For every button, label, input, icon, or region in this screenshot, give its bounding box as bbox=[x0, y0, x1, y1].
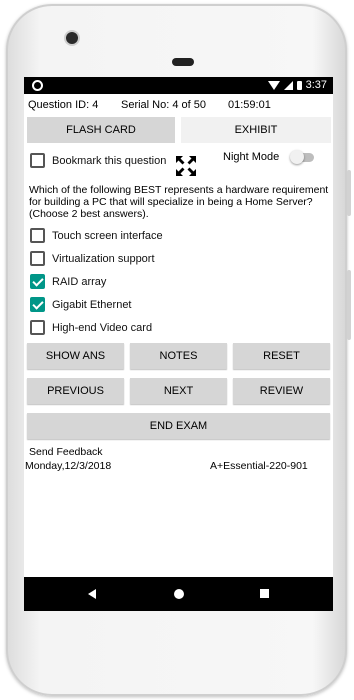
reset-button[interactable]: RESET bbox=[233, 343, 330, 369]
next-button[interactable]: NEXT bbox=[130, 378, 227, 404]
status-bar: 3:37 bbox=[24, 77, 333, 94]
signal-icon bbox=[283, 80, 293, 90]
send-feedback-link[interactable]: Send Feedback bbox=[29, 446, 103, 458]
navigation-bar bbox=[24, 577, 333, 611]
option-3-label: RAID array bbox=[52, 275, 107, 288]
tab-flash-card[interactable]: FLASH CARD bbox=[27, 117, 175, 143]
exam-code: A+Essential-220-901 bbox=[210, 460, 308, 472]
power-button bbox=[347, 170, 351, 216]
option-4-checkbox[interactable] bbox=[30, 297, 45, 312]
review-button[interactable]: REVIEW bbox=[233, 378, 330, 404]
option-5-checkbox[interactable] bbox=[30, 320, 45, 335]
end-exam-button[interactable]: END EXAM bbox=[27, 413, 330, 439]
status-time: 3:37 bbox=[305, 79, 327, 91]
earpiece-speaker bbox=[172, 58, 194, 66]
option-1[interactable]: Touch screen interface bbox=[30, 228, 163, 243]
tab-exhibit[interactable]: EXHIBIT bbox=[181, 117, 331, 143]
option-5-label: High-end Video card bbox=[52, 321, 153, 334]
show-answer-button[interactable]: SHOW ANS bbox=[27, 343, 124, 369]
serial-number: Serial No: 4 of 50 bbox=[121, 99, 206, 111]
question-text: Which of the following BEST represents a… bbox=[29, 184, 329, 220]
battery-icon bbox=[296, 80, 302, 90]
question-id: Question ID: 4 bbox=[28, 99, 99, 111]
recent-apps-icon[interactable] bbox=[260, 589, 269, 598]
exam-timer: 01:59:01 bbox=[228, 99, 271, 111]
front-camera bbox=[66, 32, 78, 44]
current-date: Monday,12/3/2018 bbox=[25, 460, 112, 472]
option-2[interactable]: Virtualization support bbox=[30, 251, 155, 266]
option-4[interactable]: Gigabit Ethernet bbox=[30, 297, 132, 312]
bookmark-label: Bookmark this question bbox=[52, 154, 167, 167]
night-mode-label: Night Mode bbox=[223, 151, 280, 163]
option-5[interactable]: High-end Video card bbox=[30, 320, 152, 335]
status-icons: 3:37 bbox=[267, 79, 327, 91]
notification-icon bbox=[32, 80, 43, 91]
home-icon[interactable] bbox=[174, 589, 184, 599]
option-4-label: Gigabit Ethernet bbox=[52, 298, 132, 311]
option-1-checkbox[interactable] bbox=[30, 228, 45, 243]
notes-button[interactable]: NOTES bbox=[130, 343, 227, 369]
bookmark-box[interactable] bbox=[30, 153, 45, 168]
bookmark-checkbox[interactable]: Bookmark this question bbox=[30, 153, 166, 168]
app-screen: 3:37 Question ID: 4 Serial No: 4 of 50 0… bbox=[24, 77, 333, 611]
night-mode-toggle[interactable] bbox=[290, 150, 314, 164]
previous-button[interactable]: PREVIOUS bbox=[27, 378, 124, 404]
wifi-icon bbox=[267, 80, 280, 90]
toggle-knob bbox=[290, 150, 304, 164]
option-1-label: Touch screen interface bbox=[52, 229, 163, 242]
back-icon[interactable] bbox=[88, 589, 96, 599]
option-3-checkbox[interactable] bbox=[30, 274, 45, 289]
option-2-checkbox[interactable] bbox=[30, 251, 45, 266]
option-2-label: Virtualization support bbox=[52, 252, 155, 265]
volume-button bbox=[347, 270, 351, 340]
expand-icon[interactable] bbox=[175, 155, 197, 177]
option-3[interactable]: RAID array bbox=[30, 274, 106, 289]
